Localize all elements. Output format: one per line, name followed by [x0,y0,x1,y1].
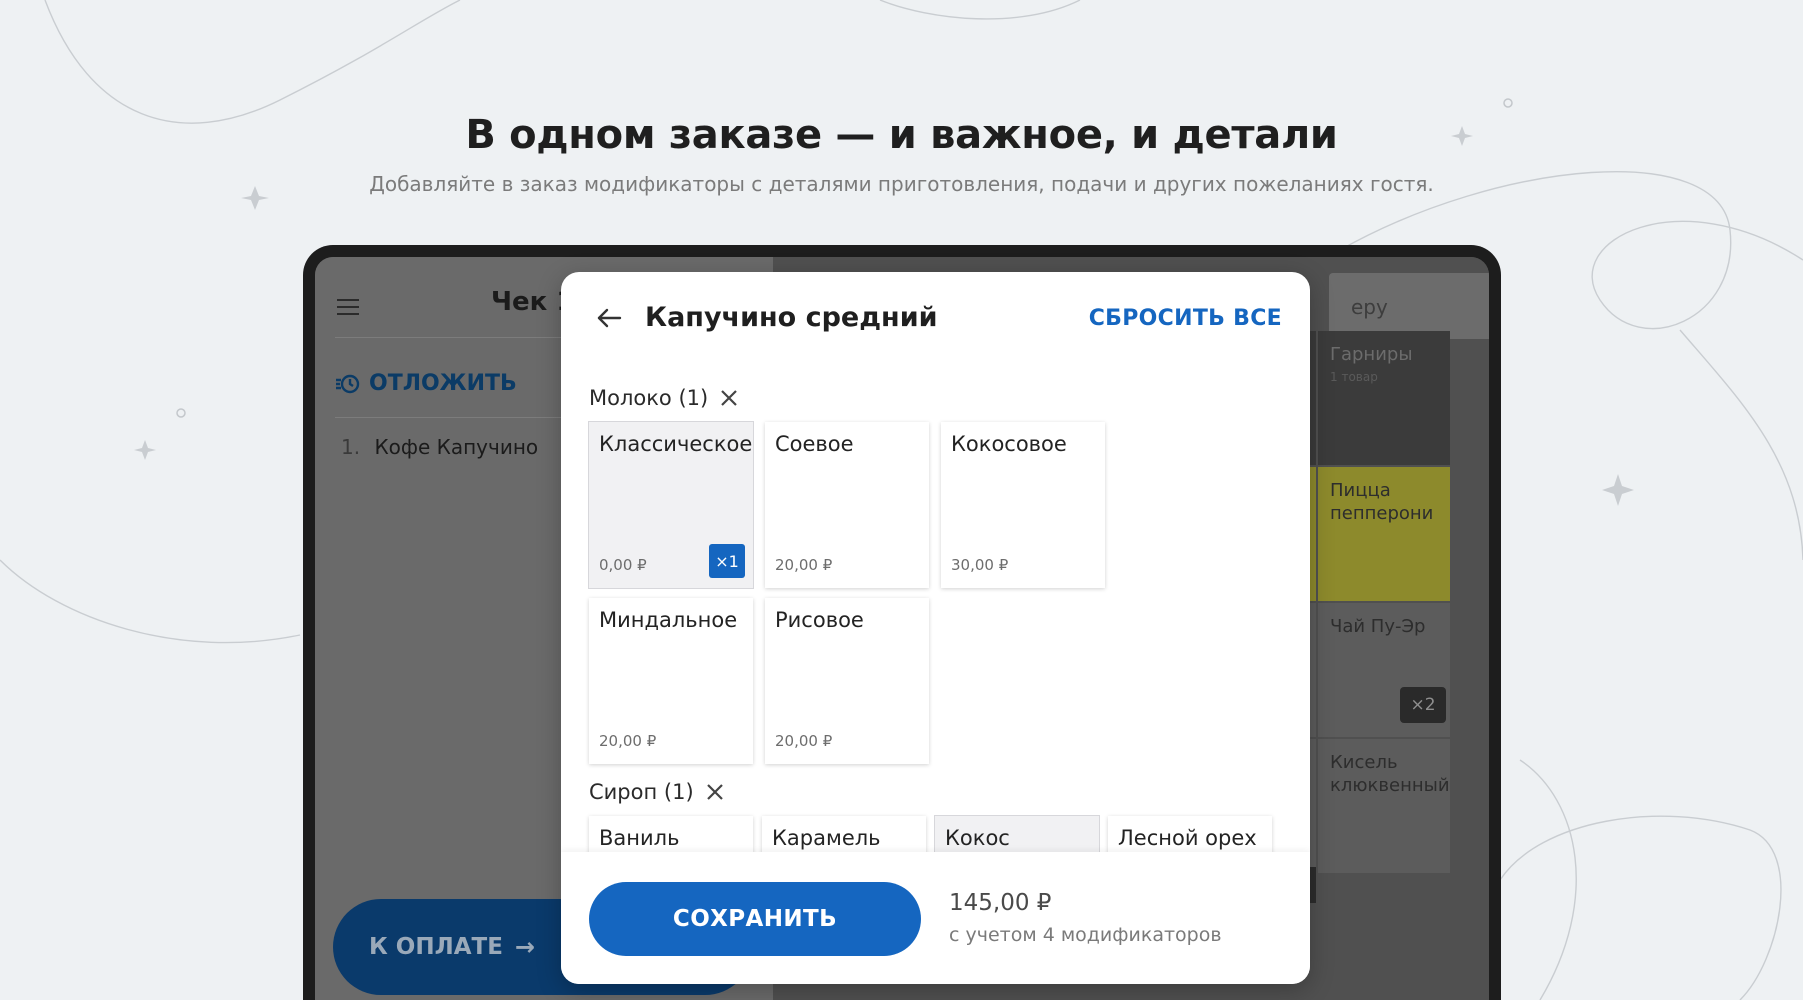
modifier-option[interactable]: Рисовое 20,00 ₽ [765,598,929,764]
option-price: 20,00 ₽ [775,556,833,574]
group-header-syrup: Сироп (1) [589,780,724,804]
menu-tile[interactable]: Пицца пепперони [1318,467,1450,601]
option-price: 30,00 ₽ [951,556,1009,574]
tile-name: Чай Пу-Эр [1330,616,1426,637]
option-price: 20,00 ₽ [599,732,657,750]
search-placeholder: еру [1351,295,1388,319]
option-name: Рисовое [775,608,864,632]
dialog-footer: СОХРАНИТЬ 145,00 ₽ с учетом 4 модификато… [561,852,1310,984]
option-qty-badge[interactable]: ×1 [709,544,745,578]
group-header-milk: Молоко (1) [589,386,738,410]
close-icon[interactable] [706,783,724,801]
modifier-option[interactable]: Миндальное 20,00 ₽ [589,598,753,764]
order-item-name: Кофе Капучино [374,435,539,459]
modifier-option[interactable]: Соевое 20,00 ₽ [765,422,929,588]
option-name: Кокос [945,826,1010,850]
order-item[interactable]: 1. Кофе Капучино [341,435,538,459]
modifier-dialog: Капучино средний СБРОСИТЬ ВСЕ Молоко (1)… [561,272,1310,984]
tile-name: Пицца пепперони [1330,480,1434,525]
menu-tile[interactable]: Чай Пу-Эр ×2 [1318,603,1450,737]
arrow-right-icon: → [514,933,536,961]
hero-subtitle: Добавляйте в заказ модификаторы с деталя… [369,172,1434,196]
pay-label: К ОПЛАТЕ [369,934,503,960]
option-price: 20,00 ₽ [775,732,833,750]
tile-count: 1 товар [1330,370,1378,385]
dialog-title: Капучино средний [645,302,938,333]
option-name: Карамель [772,826,881,850]
search-input[interactable]: еру [1329,273,1489,339]
save-button[interactable]: СОХРАНИТЬ [589,882,921,956]
total-note: с учетом 4 модификаторов [949,924,1222,946]
back-arrow-icon[interactable] [595,306,623,330]
total-price: 145,00 ₽ [949,890,1052,916]
group-label: Сироп (1) [589,780,694,804]
option-name: Соевое [775,432,854,456]
tile-quantity-badge: ×2 [1400,687,1446,723]
postpone-clock-icon [336,374,360,393]
reset-all-button[interactable]: СБРОСИТЬ ВСЕ [1089,306,1282,331]
postpone-label: ОТЛОЖИТЬ [369,371,517,396]
menu-tile[interactable]: Гарниры 1 товар [1318,331,1450,465]
option-name: Ваниль [599,826,680,850]
tile-name: Кисель клюквенный [1330,752,1450,797]
close-icon[interactable] [720,389,738,407]
menu-tile[interactable]: Кисель клюквенный [1318,739,1450,873]
menu-icon[interactable] [337,299,359,315]
postpone-button[interactable]: ОТЛОЖИТЬ [335,371,517,396]
option-name: Миндальное [599,608,738,632]
group-label: Молоко (1) [589,386,709,410]
option-name: Лесной орех [1118,826,1257,850]
option-name: Кокосовое [951,432,1067,456]
hero-title: В одном заказе — и важное, и детали [465,112,1338,158]
option-price: 0,00 ₽ [599,556,647,574]
option-name: Классическое [599,432,753,456]
order-item-number: 1. [341,435,361,459]
modifier-option[interactable]: Классическое 0,00 ₽ ×1 [589,422,753,588]
tile-name: Гарниры [1330,344,1413,365]
modifier-option[interactable]: Кокосовое 30,00 ₽ [941,422,1105,588]
